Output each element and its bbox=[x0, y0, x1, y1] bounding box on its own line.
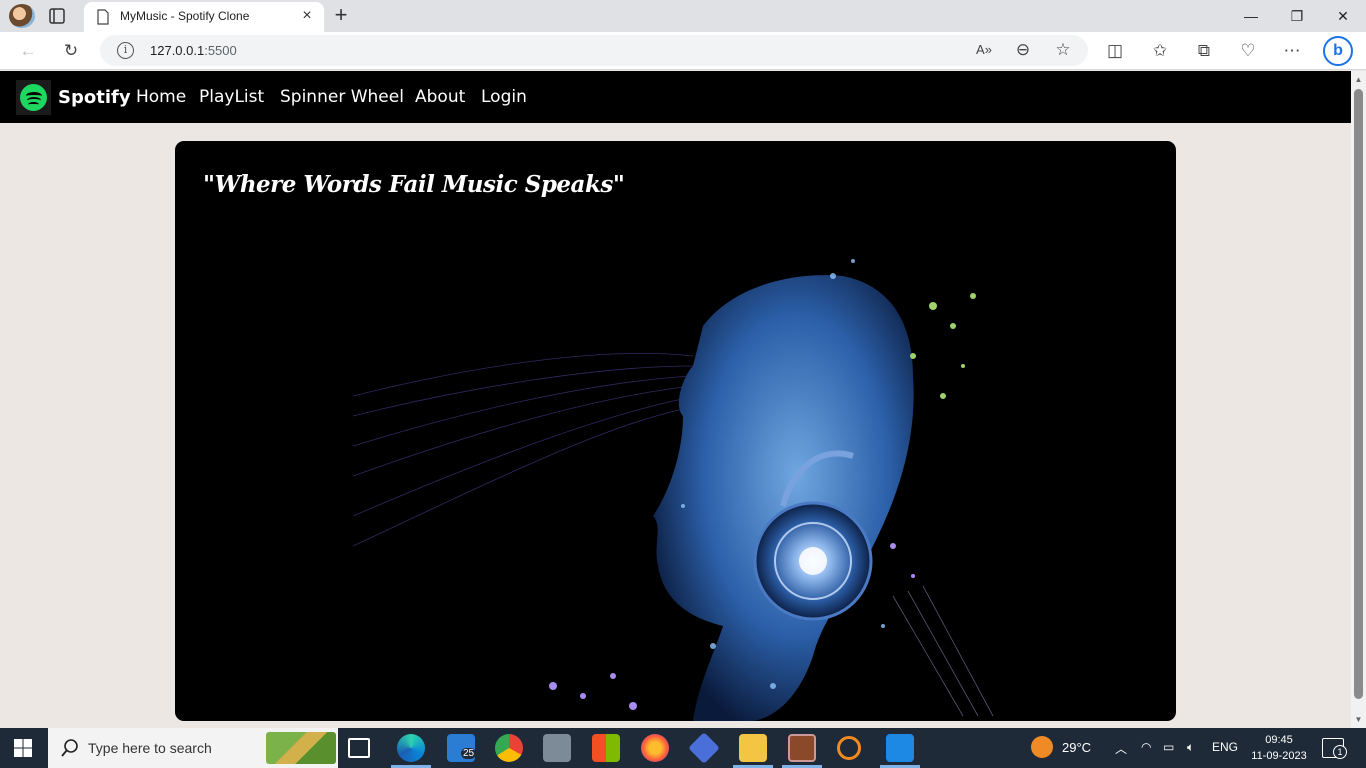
close-window-button[interactable]: ✕ bbox=[1320, 0, 1366, 32]
new-tab-button[interactable]: + bbox=[330, 4, 352, 27]
more-menu-icon[interactable]: ⋯ bbox=[1281, 40, 1303, 62]
refresh-button[interactable]: ↻ bbox=[60, 40, 82, 62]
url-text[interactable]: 127.0.0.1:5500 bbox=[150, 43, 237, 58]
windows-start-icon[interactable] bbox=[14, 739, 32, 757]
search-placeholder: Type here to search bbox=[88, 740, 212, 756]
hero-music-artwork bbox=[353, 259, 994, 721]
notification-count: 1 bbox=[1333, 745, 1347, 759]
page-scrollbar[interactable]: ▲ ▼ bbox=[1351, 71, 1366, 728]
hero-quote: "Where Words Fail Music Speaks" bbox=[203, 171, 625, 198]
volume-icon[interactable]: 🔈︎ bbox=[1187, 740, 1194, 755]
nav-link-spinner-wheel[interactable]: Spinner Wheel bbox=[280, 87, 404, 107]
nav-link-login[interactable]: Login bbox=[481, 87, 527, 107]
tray-overflow-icon[interactable]: ︿ bbox=[1115, 740, 1127, 757]
profile-avatar[interactable] bbox=[9, 4, 35, 28]
site-info-icon[interactable]: i bbox=[117, 42, 134, 59]
system-clock[interactable]: 09:45 11-09-2023 bbox=[1250, 732, 1308, 764]
brand-name[interactable]: Spotify bbox=[58, 87, 131, 108]
nav-link-home[interactable]: Home bbox=[136, 87, 186, 107]
weather-icon[interactable] bbox=[1031, 736, 1053, 758]
page-viewport: Spotify Home PlayList Spinner Wheel Abou… bbox=[0, 71, 1351, 728]
file-explorer-icon[interactable] bbox=[739, 734, 767, 762]
browser-toolbar: ← ↻ i 127.0.0.1:5500 A» ⊖ ☆ ◫ ✩ ⧉ ♡ ⋯ bbox=[0, 32, 1366, 70]
battery-icon[interactable]: ▭ bbox=[1163, 740, 1174, 754]
power-automate-icon[interactable] bbox=[688, 732, 720, 764]
notification-center-icon[interactable]: 1 bbox=[1322, 738, 1347, 759]
chrome-icon[interactable] bbox=[495, 734, 523, 762]
jupyter-icon[interactable] bbox=[837, 736, 861, 760]
weather-temperature[interactable]: 29°C bbox=[1062, 740, 1091, 755]
camera-icon[interactable] bbox=[543, 734, 571, 762]
site-navbar: Spotify Home PlayList Spinner Wheel Abou… bbox=[0, 71, 1351, 123]
scroll-up-icon[interactable]: ▲ bbox=[1354, 75, 1363, 84]
search-icon bbox=[61, 739, 78, 757]
tab-title: MyMusic - Spotify Clone bbox=[120, 9, 250, 23]
vscode-icon[interactable] bbox=[886, 734, 914, 762]
close-tab-icon[interactable]: × bbox=[300, 8, 314, 24]
clock-time: 09:45 bbox=[1265, 734, 1293, 746]
nav-link-about[interactable]: About bbox=[415, 87, 465, 107]
scroll-down-icon[interactable]: ▼ bbox=[1354, 715, 1363, 724]
browser-tab-bar: MyMusic - Spotify Clone × + — ❐ ✕ bbox=[0, 0, 1366, 32]
windows-taskbar: Type here to search 25 29°C ︿ ◠ ▭ 🔈︎ ENG… bbox=[0, 728, 1366, 768]
favorite-star-icon[interactable]: ☆ bbox=[1052, 39, 1074, 61]
mail-icon[interactable]: 25 bbox=[447, 734, 477, 762]
tab-actions-icon[interactable] bbox=[48, 7, 66, 25]
scroll-thumb[interactable] bbox=[1354, 89, 1363, 699]
winrar-icon[interactable] bbox=[788, 734, 816, 762]
network-icon[interactable]: ◠ bbox=[1141, 740, 1151, 754]
firefox-icon[interactable] bbox=[641, 734, 669, 762]
collections-icon[interactable]: ⧉ bbox=[1193, 40, 1215, 62]
nav-link-playlist[interactable]: PlayList bbox=[199, 87, 264, 107]
edge-browser-icon[interactable] bbox=[397, 734, 425, 762]
read-aloud-icon[interactable]: A» bbox=[973, 39, 995, 61]
minimize-button[interactable]: — bbox=[1228, 0, 1274, 32]
spotify-logo-icon[interactable] bbox=[16, 80, 51, 115]
split-screen-icon[interactable]: ◫ bbox=[1104, 40, 1126, 62]
favorites-icon[interactable]: ✩ bbox=[1149, 40, 1171, 62]
taskbar-search[interactable]: Type here to search bbox=[48, 728, 338, 768]
task-view-icon[interactable] bbox=[348, 738, 370, 758]
active-tab[interactable]: MyMusic - Spotify Clone × bbox=[84, 2, 324, 32]
restore-button[interactable]: ❐ bbox=[1274, 0, 1320, 32]
search-highlight-image bbox=[266, 732, 336, 764]
language-indicator[interactable]: ENG bbox=[1212, 740, 1238, 754]
bing-copilot-icon[interactable]: b bbox=[1323, 36, 1353, 66]
page-icon bbox=[97, 9, 109, 25]
zoom-out-icon[interactable]: ⊖ bbox=[1012, 39, 1034, 61]
mail-badge: 25 bbox=[461, 748, 477, 759]
browser-essentials-icon[interactable]: ♡ bbox=[1237, 40, 1259, 62]
address-bar[interactable]: i 127.0.0.1:5500 A» ⊖ ☆ bbox=[100, 35, 1088, 66]
microsoft-store-icon[interactable] bbox=[592, 734, 620, 762]
clock-date: 11-09-2023 bbox=[1251, 750, 1307, 762]
back-button[interactable]: ← bbox=[17, 40, 39, 62]
hero-banner: "Where Words Fail Music Speaks" bbox=[175, 141, 1176, 721]
